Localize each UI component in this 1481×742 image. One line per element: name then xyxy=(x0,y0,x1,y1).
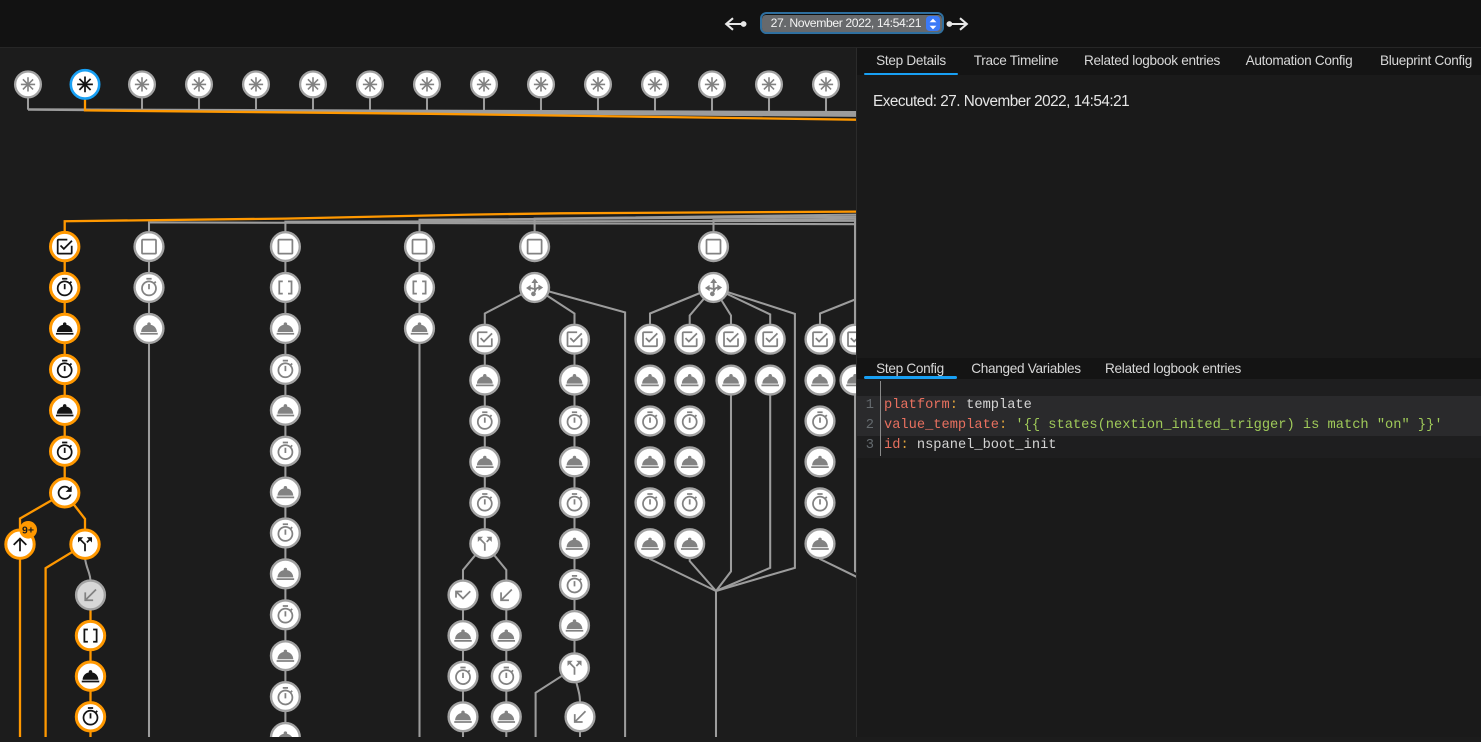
svg-text:9+: 9+ xyxy=(22,525,34,537)
